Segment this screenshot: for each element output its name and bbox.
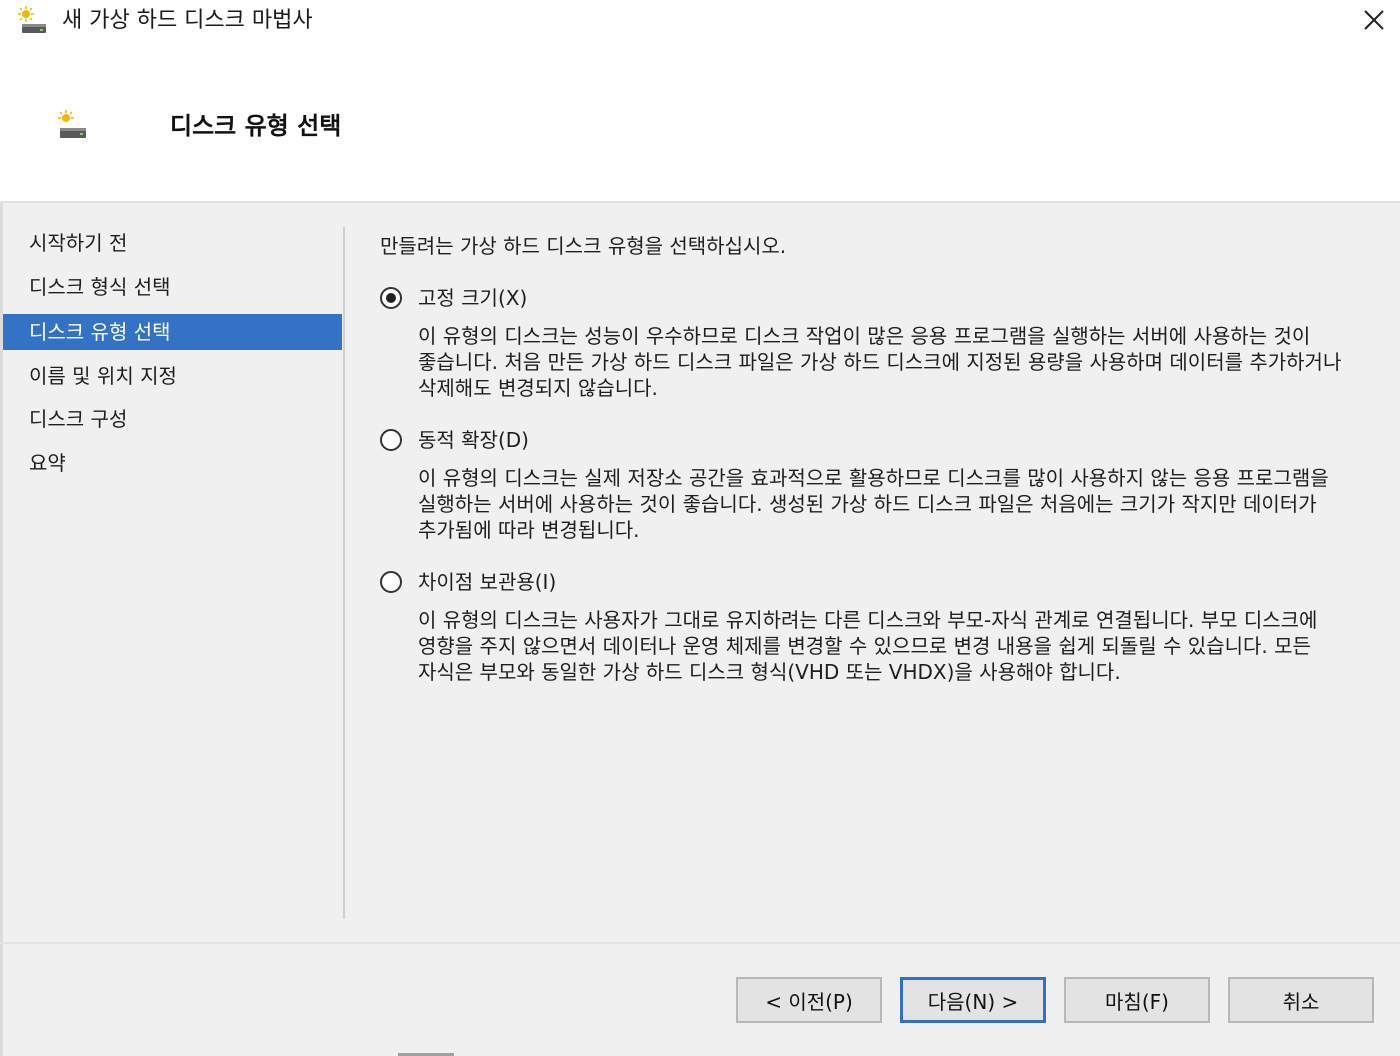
instruction-text: 만들려는 가상 하드 디스크 유형을 선택하십시오. (380, 234, 787, 258)
fixed-size-option[interactable]: 고정 크기(X) (380, 283, 527, 313)
close-button[interactable] (1348, 0, 1400, 44)
dynamic-expanding-option[interactable]: 동적 확장(D) (380, 425, 529, 455)
previous-button[interactable]: < 이전(P) (736, 977, 882, 1023)
close-icon (1362, 8, 1386, 36)
title-bar: 새 가상 하드 디스크 마법사 (0, 0, 1400, 46)
disk-wizard-icon (56, 110, 88, 140)
nav-divider (343, 227, 345, 919)
dynamic-expanding-description: 이 유형의 디스크는 실제 저장소 공간을 효과적으로 활용하므로 디스크를 많… (418, 466, 1329, 542)
nav-item-configure-disk[interactable]: 디스크 구성 (3, 401, 342, 437)
page-title: 디스크 유형 선택 (170, 112, 342, 140)
differencing-option[interactable]: 차이점 보관용(I) (380, 567, 556, 597)
cancel-button[interactable]: 취소 (1228, 977, 1374, 1023)
wizard-header: 디스크 유형 선택 (0, 46, 1400, 201)
fixed-size-label[interactable]: 고정 크기(X) (418, 283, 527, 313)
fixed-size-radio[interactable] (380, 287, 402, 309)
window-title: 새 가상 하드 디스크 마법사 (62, 8, 313, 33)
header-divider (0, 201, 1400, 203)
dynamic-expanding-radio[interactable] (380, 429, 402, 451)
differencing-radio[interactable] (380, 571, 402, 593)
nav-item-choose-type[interactable]: 디스크 유형 선택 (3, 314, 342, 350)
disk-wizard-icon (18, 6, 48, 36)
fixed-size-description: 이 유형의 디스크는 성능이 우수하므로 디스크 작업이 많은 응용 프로그램을… (418, 324, 1342, 400)
nav-item-summary[interactable]: 요약 (3, 445, 342, 481)
differencing-label[interactable]: 차이점 보관용(I) (418, 567, 556, 597)
nav-item-choose-format[interactable]: 디스크 형식 선택 (3, 269, 342, 305)
nav-item-name-location[interactable]: 이름 및 위치 지정 (3, 358, 342, 394)
nav-item-before-you-begin[interactable]: 시작하기 전 (3, 225, 342, 261)
dynamic-expanding-label[interactable]: 동적 확장(D) (418, 425, 529, 455)
differencing-description: 이 유형의 디스크는 사용자가 그대로 유지하려는 다른 디스크와 부모-자식 … (418, 608, 1318, 684)
next-button[interactable]: 다음(N) > (900, 977, 1046, 1023)
finish-button[interactable]: 마침(F) (1064, 977, 1210, 1023)
footer-divider (0, 942, 1400, 944)
